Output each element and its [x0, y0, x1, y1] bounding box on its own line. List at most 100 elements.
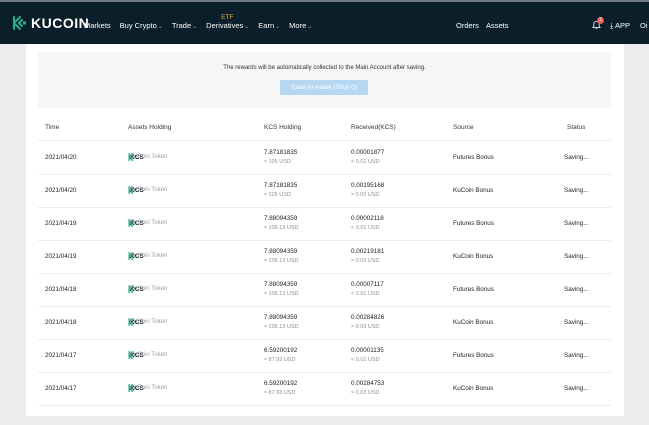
- header-assets-holding: Assets Holding: [128, 124, 172, 131]
- nav-trade-label: Trade: [171, 21, 192, 30]
- nav-more-label: More: [289, 21, 307, 30]
- kcs-holding-value: 7.87181835: [264, 149, 298, 156]
- kucoin-logo[interactable]: KUCOIN: [12, 15, 89, 31]
- row-status: Saving...: [564, 319, 589, 326]
- received-usd: < 0.01 USD: [351, 225, 380, 231]
- nav-derivatives-label: Derivatives: [206, 21, 244, 30]
- asset-name: KuCoin Token: [130, 253, 168, 259]
- chevron-down-icon: ⌄: [157, 24, 163, 30]
- received-usd: < 0.01 USD: [351, 291, 380, 297]
- table-row: 2021/04/18 KCS KuCoin Token 7.88094359 ≈ 105…: [38, 306, 611, 339]
- table-row: 2021/04/20 KCS KuCoin Token 7.87181835 ≈ 105…: [38, 141, 611, 174]
- asset-cell: KCS KuCoin Token: [128, 318, 167, 326]
- row-time: 2021/04/18: [45, 286, 77, 293]
- kcs-holding-value: 7.88094359: [264, 314, 298, 321]
- received-value: 0.00001877: [351, 149, 385, 156]
- chevron-down-icon: ⌄: [244, 24, 250, 30]
- nav-assets[interactable]: Assets: [486, 21, 509, 30]
- nav-earn[interactable]: Earn⌄: [258, 21, 280, 30]
- received-usd: ≈ 0.03 USD: [351, 324, 380, 330]
- row-source: Futures Bonus: [453, 220, 494, 227]
- download-icon: ⤓: [610, 21, 614, 30]
- save-to-wallet-button[interactable]: Save to wallet (Total 0): [280, 80, 368, 95]
- asset-cell: KCS KuCoin Token: [128, 351, 167, 359]
- nav-earn-label: Earn: [258, 21, 275, 30]
- kcs-holding-usd: ≈ 87.93 USD: [264, 390, 296, 396]
- received-usd: ≈ 0.02 USD: [351, 192, 380, 198]
- header-source: Source: [453, 124, 474, 131]
- kcs-holding-usd: ≈ 105.13 USD: [264, 225, 299, 231]
- kcs-holding-usd: ≈ 105 USD: [264, 159, 291, 165]
- etf-badge: ETF: [221, 14, 234, 21]
- asset-cell: KCS KuCoin Token: [128, 384, 167, 392]
- chevron-down-icon: ⌄: [275, 24, 281, 30]
- nav-app[interactable]: ⤓ APP: [610, 21, 630, 31]
- table-row: 2021/04/20 KCS KuCoin Token 7.87181835 ≈ 105…: [38, 174, 611, 207]
- nav-trade[interactable]: Trade⌄: [172, 21, 197, 30]
- kcs-holding-usd: ≈ 87.93 USD: [264, 357, 296, 363]
- nav-more[interactable]: More⌄: [289, 21, 312, 30]
- row-time: 2021/04/19: [45, 220, 77, 227]
- received-value: 0.00002118: [351, 215, 384, 222]
- received-usd: ≈ 0.03 USD: [351, 390, 380, 396]
- asset-name: KuCoin Token: [130, 352, 168, 358]
- kucoin-logo-icon: [13, 16, 26, 30]
- row-status: Saving...: [564, 220, 589, 227]
- nav-buy-crypto[interactable]: Buy Crypto⌄: [120, 21, 163, 30]
- received-value: 0.00001135: [351, 347, 384, 354]
- rewards-notice: The rewards will be automatically collec…: [38, 52, 611, 108]
- row-status: Saving...: [564, 385, 589, 392]
- nav-markets[interactable]: Markets: [84, 21, 111, 30]
- row-status: Saving...: [564, 352, 589, 359]
- kcs-holding-usd: ≈ 105.13 USD: [264, 258, 299, 264]
- top-navigation-bar: KUCOIN Markets Buy Crypto⌄ Trade⌄ ETF Der…: [0, 0, 649, 44]
- brand-name: KUCOIN: [31, 15, 90, 31]
- received-value: 0.00284753: [351, 380, 385, 387]
- row-source: KuCoin Bonus: [453, 253, 494, 260]
- received-usd: ≈ 0.02 USD: [351, 258, 380, 264]
- asset-name: KuCoin Token: [130, 220, 168, 226]
- table-row: 2021/04/17 KCS KuCoin Token 6.59200192 ≈ 87.…: [38, 372, 611, 405]
- nav-orders[interactable]: Orders: [456, 21, 479, 30]
- kcs-holding-value: 6.59200192: [264, 347, 298, 354]
- row-source: Futures Bonus: [453, 154, 494, 161]
- kcs-holding-value: 7.88094359: [264, 215, 298, 222]
- row-status: Saving...: [564, 187, 589, 194]
- chevron-down-icon: ⌄: [192, 24, 198, 30]
- received-value: 0.00195168: [351, 182, 385, 189]
- header-time: Time: [45, 124, 60, 131]
- chevron-down-icon: ⌄: [307, 24, 313, 30]
- kcs-holding-usd: ≈ 105.13 USD: [264, 324, 299, 330]
- row-time: 2021/04/20: [45, 154, 77, 161]
- row-source: KuCoin Bonus: [453, 187, 494, 194]
- asset-cell: KCS KuCoin Token: [128, 153, 167, 161]
- kcs-holding-value: 7.88094359: [264, 248, 298, 255]
- notification-badge: 2: [597, 17, 604, 24]
- row-time: 2021/04/18: [45, 319, 77, 326]
- kcs-holding-value: 7.87181835: [264, 182, 298, 189]
- received-value: 0.00284826: [351, 314, 385, 321]
- nav-buy-crypto-label: Buy Crypto: [119, 21, 157, 30]
- asset-name: KuCoin Token: [130, 319, 168, 325]
- nav-derivatives[interactable]: ETF Derivatives⌄: [206, 14, 250, 30]
- asset-cell: KCS KuCoin Token: [128, 285, 167, 293]
- asset-name: KuCoin Token: [130, 286, 168, 292]
- row-source: Futures Bonus: [453, 286, 494, 293]
- divider: [38, 405, 611, 406]
- header-status: Status: [567, 124, 586, 131]
- asset-cell: KCS KuCoin Token: [128, 186, 167, 194]
- kcs-holding-value: 7.88094359: [264, 281, 298, 288]
- table-row: 2021/04/18 KCS KuCoin Token 7.88094359 ≈ 105…: [38, 273, 611, 306]
- row-status: Saving...: [564, 154, 589, 161]
- received-value: 0.00007117: [351, 281, 384, 288]
- user-menu[interactable]: Oi: [640, 21, 648, 30]
- kcs-holding-value: 6.59200192: [264, 380, 298, 387]
- asset-name: KuCoin Token: [130, 187, 168, 193]
- row-source: KuCoin Bonus: [453, 319, 494, 326]
- nav-app-label: APP: [615, 21, 631, 30]
- row-status: Saving...: [564, 286, 589, 293]
- row-status: Saving...: [564, 253, 589, 260]
- header-received: Received(KCS): [351, 124, 396, 131]
- table-row: 2021/04/19 KCS KuCoin Token 7.88094359 ≈ 105…: [38, 207, 611, 240]
- asset-cell: KCS KuCoin Token: [128, 252, 167, 260]
